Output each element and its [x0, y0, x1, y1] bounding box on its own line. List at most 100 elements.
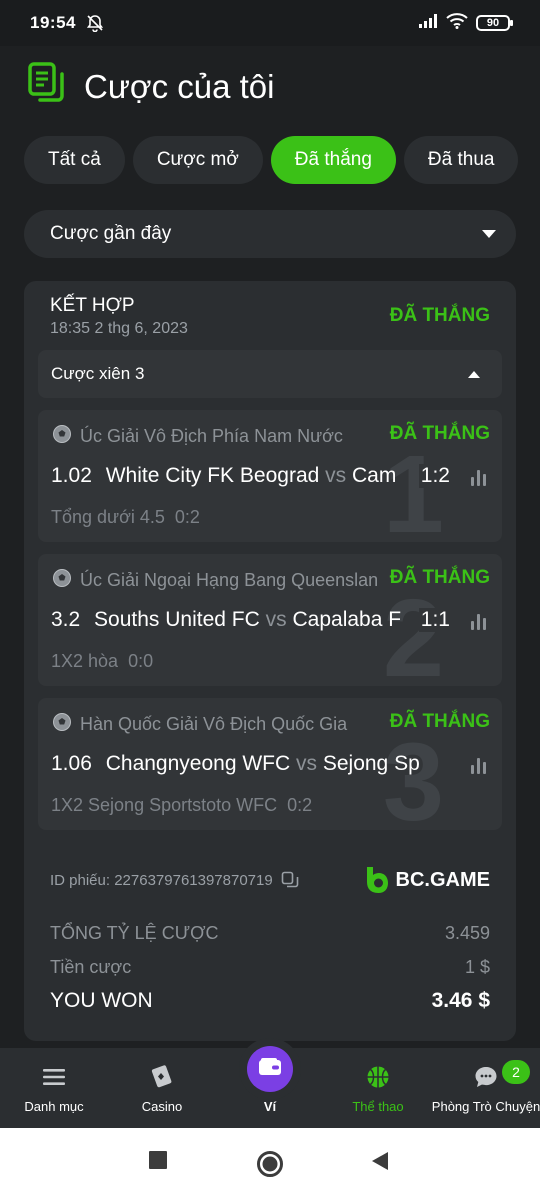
back-triangle-icon[interactable]	[370, 1150, 390, 1177]
leg-pick: 1X2 hòa 0:0	[51, 651, 153, 672]
page-title: Cược của tôi	[84, 67, 275, 105]
leg-vs: vs	[265, 608, 287, 631]
nav-wallet-label: Ví	[263, 1099, 277, 1114]
total-odds-row: TỔNG TỶ LỆ CƯỢC 3.459	[50, 923, 490, 944]
leg-number: 2	[382, 577, 444, 687]
leg-pick: 1X2 Sejong Sportstoto WFC 0:2	[51, 795, 312, 816]
nav-sports-label: Thể thao	[352, 1099, 404, 1114]
leg-pick-label: 1X2 Sejong Sportstoto WFC	[51, 795, 278, 815]
leg-status-badge: ĐÃ THẮNG	[387, 567, 490, 589]
hamburger-menu-icon	[43, 1065, 65, 1089]
leg-match: 3.2 Souths United FC vs Capalaba F	[51, 608, 451, 632]
nav-menu-label: Danh mục	[24, 1099, 84, 1114]
bottom-nav: Danh mục Casino Ví Thể thao Phòng Trò Ch…	[0, 1038, 540, 1128]
leg-pick-score: 0:2	[287, 795, 313, 815]
chat-icon	[474, 1065, 498, 1089]
wallet-button[interactable]	[239, 1038, 301, 1100]
leg-status-badge: ĐÃ THẮNG	[387, 711, 490, 733]
tab-lost[interactable]: Đã thua	[403, 136, 519, 184]
tab-all[interactable]: Tất cả	[24, 136, 125, 184]
stats-bar-icon[interactable]	[471, 468, 486, 486]
parlay-toggle[interactable]: Cược xiên 3	[38, 350, 502, 398]
nav-casino-label: Casino	[141, 1099, 183, 1114]
recents-square-icon[interactable]	[148, 1150, 168, 1175]
soccer-ball-icon	[52, 712, 72, 737]
bet-type: KẾT HỢP	[50, 295, 135, 316]
leg-home-team: Souths United FC	[94, 608, 260, 631]
leg-league: Úc Giải Ngoại Hạng Bang Queensland	[52, 568, 377, 593]
leg-score: 1:1	[418, 608, 450, 632]
nav-chat[interactable]: Phòng Trò Chuyện	[432, 1048, 540, 1128]
parlay-label: Cược xiên 3	[51, 364, 145, 383]
bet-date: 18:35 2 thg 6, 2023	[50, 320, 188, 337]
basketball-icon	[366, 1065, 390, 1089]
bet-card: KẾT HỢP 18:35 2 thg 6, 2023 ĐÃ THẮNG Cượ…	[24, 281, 516, 1041]
leg-number: 3	[382, 721, 444, 831]
nav-casino[interactable]: Casino	[108, 1048, 216, 1128]
brand-name: BC.GAME	[395, 868, 490, 891]
wifi-icon	[446, 12, 468, 34]
leg-away-team: Sejong Sp	[322, 752, 420, 775]
ticket-row: ID phiếu: 2276379761397870719 BC.GAME	[50, 865, 490, 895]
payout-label: YOU WON	[50, 989, 153, 1012]
leg-pick-score: 0:2	[174, 507, 200, 527]
chat-unread-badge: 2	[502, 1060, 530, 1084]
leg-pick: Tổng dưới 4.5 0:2	[51, 507, 200, 528]
leg-pick-label: 1X2 hòa	[51, 651, 119, 671]
payout-row: YOU WON 3.46 $	[50, 989, 490, 1013]
stats-bar-icon[interactable]	[471, 756, 486, 774]
nav-menu[interactable]: Danh mục	[0, 1048, 108, 1128]
system-nav-bar	[0, 1128, 540, 1200]
caret-down-icon	[482, 230, 496, 238]
notifications-off-icon	[86, 14, 104, 32]
leg-odds: 1.02	[51, 464, 92, 487]
tab-won[interactable]: Đã thắng	[270, 136, 396, 184]
leg-number: 1	[382, 433, 444, 543]
bc-game-logo-icon	[366, 867, 388, 893]
nav-sports[interactable]: Thể thao	[324, 1048, 432, 1128]
brand-logo: BC.GAME	[364, 865, 490, 895]
leg-league: Úc Giải Vô Địch Phía Nam Nước	[52, 424, 377, 449]
leg-odds: 1.06	[51, 752, 92, 775]
leg-home-team: White City FK Beograd	[105, 464, 320, 487]
leg-match: 1.02 White City FK Beograd vs Cam	[51, 464, 451, 488]
bet-status-badge: ĐÃ THẮNG	[389, 305, 490, 326]
stake-row: Tiền cược 1 $	[50, 957, 490, 978]
leg-status-badge: ĐÃ THẮNG	[387, 423, 490, 445]
stake-value: 1 $	[464, 957, 490, 977]
caret-up-icon	[468, 370, 480, 378]
bets-document-icon	[28, 62, 66, 111]
nav-chat-label: Phòng Trò Chuyện	[432, 1099, 540, 1114]
status-bar: 19:54 90	[0, 0, 540, 46]
copy-icon[interactable]	[281, 871, 299, 889]
payout-value: 3.46 $	[431, 989, 490, 1012]
leg-league-name: Hàn Quốc Giải Vô Địch Quốc Gia	[80, 714, 348, 734]
leg-league: Hàn Quốc Giải Vô Địch Quốc Gia	[52, 712, 377, 737]
stats-bar-icon[interactable]	[471, 612, 486, 630]
leg-away-team: Cam	[352, 464, 397, 487]
bet-leg[interactable]: 2 Úc Giải Ngoại Hạng Bang Queensland ĐÃ …	[38, 554, 502, 686]
home-circle-icon[interactable]	[256, 1150, 284, 1183]
leg-league-name: Úc Giải Ngoại Hạng Bang Queensland	[80, 570, 377, 590]
leg-pick-score: 0:0	[128, 651, 154, 671]
tab-open[interactable]: Cược mở	[132, 136, 263, 184]
leg-away-team: Capalaba F	[292, 608, 402, 631]
leg-vs: vs	[325, 464, 347, 487]
dropdown-label: Cược gần đây	[50, 223, 172, 244]
recent-bets-dropdown[interactable]: Cược gần đây	[24, 210, 516, 258]
ticket-id: ID phiếu: 2276379761397870719	[50, 871, 273, 889]
leg-odds: 3.2	[51, 608, 81, 631]
bet-leg[interactable]: 1 Úc Giải Vô Địch Phía Nam Nước ĐÃ THẮNG…	[38, 410, 502, 542]
bet-filter-tabs: Tất cả Cược mở Đã thắng Đã thua	[24, 136, 540, 184]
leg-score: 1:2	[418, 464, 450, 488]
stake-label: Tiền cược	[50, 957, 132, 977]
casino-cards-icon	[149, 1065, 175, 1089]
soccer-ball-icon	[52, 568, 72, 593]
bet-leg[interactable]: 3 Hàn Quốc Giải Vô Địch Quốc Gia ĐÃ THẮN…	[38, 698, 502, 830]
page-header: Cược của tôi	[28, 62, 274, 111]
leg-vs: vs	[296, 752, 317, 775]
soccer-ball-icon	[52, 424, 72, 449]
leg-league-name: Úc Giải Vô Địch Phía Nam Nước	[80, 426, 343, 446]
total-odds-value: 3.459	[444, 923, 490, 943]
wallet-icon	[258, 1057, 282, 1082]
